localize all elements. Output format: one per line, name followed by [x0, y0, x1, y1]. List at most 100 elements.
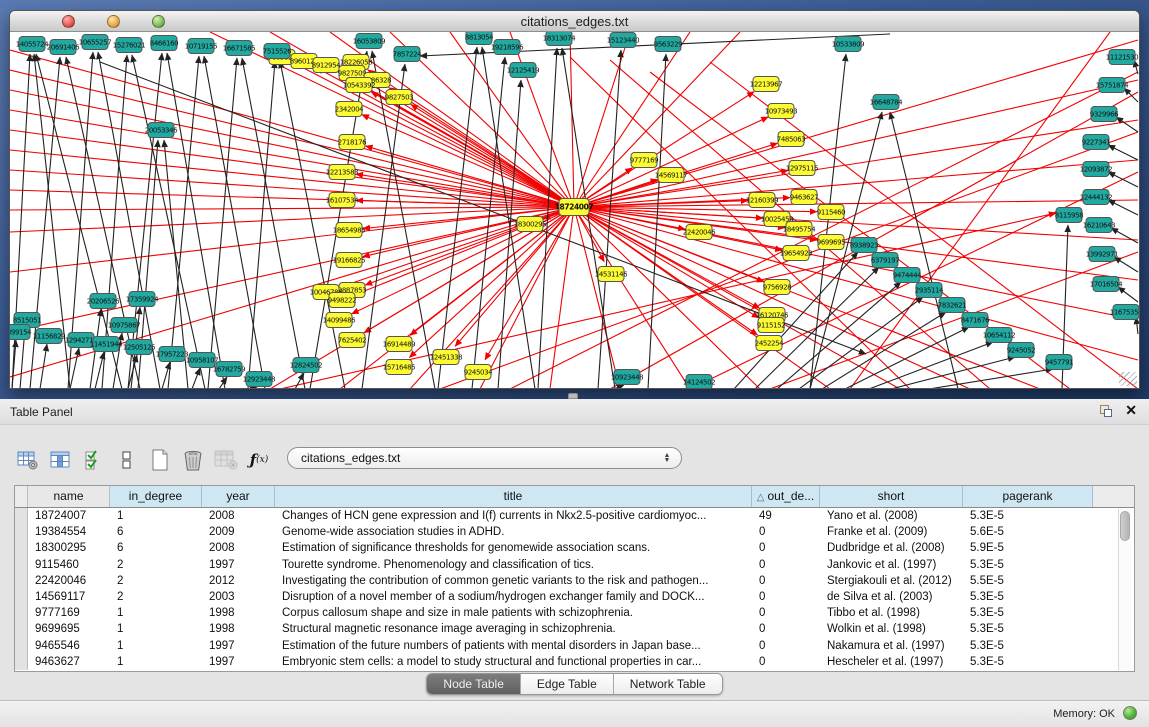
graph-node[interactable]: 12505125 [123, 340, 155, 355]
graph-node[interactable]: 10923448 [611, 370, 643, 385]
cell-title[interactable]: Investigating the contribution of common… [275, 573, 752, 589]
cell-out_de[interactable]: 0 [752, 524, 820, 540]
node-table[interactable]: namein_degreeyeartitle△out_de...shortpag… [14, 485, 1135, 672]
graph-node[interactable]: 17359924 [126, 292, 159, 307]
tab-network-table[interactable]: Network Table [614, 674, 722, 694]
column-header-pagerank[interactable]: pagerank [963, 486, 1093, 507]
graph-node-selected[interactable]: 9115152 [757, 318, 785, 333]
column-header-out_de[interactable]: △out_de... [752, 486, 820, 507]
cell-out_de[interactable]: 0 [752, 621, 820, 637]
cell-title[interactable]: Genome-wide association studies in ADHD. [275, 524, 752, 540]
graph-node-selected[interactable]: 18495754 [783, 222, 816, 237]
cell-name[interactable]: 14569117 [28, 589, 110, 605]
graph-node-selected[interactable]: 14531146 [595, 267, 628, 282]
cell-out_de[interactable]: 0 [752, 557, 820, 573]
graph-node[interactable]: 14055724 [16, 37, 49, 52]
cell-in_degree[interactable]: 1 [110, 605, 202, 621]
cell-pagerank[interactable]: 5.6E-5 [963, 524, 1093, 540]
close-panel-icon[interactable]: ✕ [1125, 402, 1137, 419]
graph-node[interactable]: 15123440 [607, 33, 639, 48]
graph-node-selected[interactable]: 12213583 [326, 165, 358, 180]
cell-out_de[interactable]: 0 [752, 605, 820, 621]
graph-node[interactable]: 10654112 [983, 328, 1015, 343]
graph-node-selected[interactable]: 9699695 [817, 235, 845, 250]
graph-node-selected[interactable]: 7625402 [338, 333, 366, 348]
column-header-in_degree[interactable]: in_degree [110, 486, 202, 507]
black-edge[interactable] [192, 368, 200, 388]
graph-node[interactable]: 10719155 [185, 39, 217, 54]
table-row[interactable]: 1456911722003Disruption of a novel membe… [15, 589, 1134, 605]
graph-node-selected[interactable]: 10973493 [765, 104, 797, 119]
cell-name[interactable]: 9465546 [28, 638, 110, 654]
cell-short[interactable]: Tibbo et al. (1998) [820, 605, 963, 621]
cell-year[interactable]: 1998 [202, 605, 275, 621]
row-height-icon[interactable] [113, 447, 141, 473]
graph-node-selected[interactable]: 18724007 [555, 199, 594, 216]
graph-node[interactable]: 13992971 [1086, 247, 1118, 262]
graph-node[interactable]: 16671585 [223, 41, 255, 56]
graph-node[interactable]: 9245052 [1007, 343, 1035, 358]
cell-year[interactable]: 2008 [202, 540, 275, 556]
graph-node[interactable]: 20053346 [145, 123, 178, 138]
graph-node[interactable]: 12125419 [507, 63, 539, 78]
red-edge[interactable] [574, 207, 760, 388]
black-edge[interactable] [472, 57, 505, 388]
black-edge[interactable] [1111, 228, 1138, 243]
cell-title[interactable]: Disruption of a novel member of a sodium… [275, 589, 752, 605]
graph-node-selected[interactable]: 19166825 [333, 253, 365, 268]
cell-name[interactable]: 19384554 [28, 524, 110, 540]
black-edge[interactable] [1124, 88, 1138, 102]
window-resize-grip[interactable] [1119, 372, 1137, 386]
graph-node[interactable]: 11156829 [33, 329, 65, 344]
graph-node[interactable]: 12923448 [243, 372, 275, 387]
graph-node[interactable]: 9457791 [1045, 355, 1073, 370]
graph-node[interactable]: 8115958 [1055, 208, 1083, 223]
cell-year[interactable]: 2012 [202, 573, 275, 589]
cell-name[interactable]: 18724007 [28, 508, 110, 524]
cell-year[interactable]: 1997 [202, 557, 275, 573]
graph-node-selected[interactable]: 12451338 [430, 350, 462, 365]
cell-pagerank[interactable]: 5.3E-5 [963, 638, 1093, 654]
graph-node-selected[interactable]: 9245034 [464, 365, 493, 380]
cell-year[interactable]: 1998 [202, 621, 275, 637]
graph-node[interactable]: 8813054 [465, 32, 494, 45]
cell-year[interactable]: 2009 [202, 524, 275, 540]
cell-pagerank[interactable]: 5.3E-5 [963, 654, 1093, 670]
column-header-short[interactable]: short [820, 486, 963, 507]
graph-node-selected[interactable]: 18300295 [514, 217, 546, 232]
graph-node[interactable]: 9329966 [1090, 107, 1119, 122]
cell-title[interactable]: Changes of HCN gene expression and I(f) … [275, 508, 752, 524]
black-edge[interactable] [562, 48, 615, 388]
cell-name[interactable]: 18300295 [28, 540, 110, 556]
column-header-name[interactable]: name [28, 486, 110, 507]
graph-node[interactable]: 8466160 [150, 36, 178, 51]
graph-node-selected[interactable]: 9115460 [817, 205, 845, 220]
cell-short[interactable]: Yano et al. (2008) [820, 508, 963, 524]
cell-pagerank[interactable]: 5.5E-5 [963, 573, 1093, 589]
table-vertical-scrollbar[interactable] [1118, 509, 1131, 670]
cell-name[interactable]: 9463627 [28, 654, 110, 670]
black-edge[interactable] [1108, 200, 1138, 215]
red-edge[interactable] [510, 72, 1138, 388]
table-row[interactable]: 1830029562008Estimation of significance … [15, 540, 1134, 556]
cell-out_de[interactable]: 0 [752, 654, 820, 670]
cell-out_de[interactable]: 0 [752, 589, 820, 605]
cell-pagerank[interactable]: 5.9E-5 [963, 540, 1093, 556]
red-edge[interactable] [409, 207, 574, 358]
cell-out_de[interactable]: 0 [752, 638, 820, 654]
cell-in_degree[interactable]: 1 [110, 508, 202, 524]
graph-node[interactable]: 20206526 [87, 294, 120, 309]
graph-node[interactable]: 11451944 [90, 337, 123, 352]
graph-node-selected[interactable]: 9777169 [630, 153, 658, 168]
table-row[interactable]: 969969511998Structural magnetic resonanc… [15, 621, 1134, 637]
cell-short[interactable]: de Silva et al. (2003) [820, 589, 963, 605]
graph-node-selected[interactable]: 19654923 [780, 246, 812, 261]
cell-title[interactable]: Estimation of significance thresholds fo… [275, 540, 752, 556]
graph-node[interactable]: 6379197 [871, 253, 899, 268]
red-edge[interactable] [550, 207, 574, 388]
graph-node-selected[interactable]: 22420046 [683, 225, 716, 240]
red-edge[interactable] [10, 170, 574, 207]
column-header-year[interactable]: year [202, 486, 275, 507]
graph-node[interactable]: 17957223 [156, 347, 188, 362]
black-edge[interactable] [70, 348, 79, 388]
